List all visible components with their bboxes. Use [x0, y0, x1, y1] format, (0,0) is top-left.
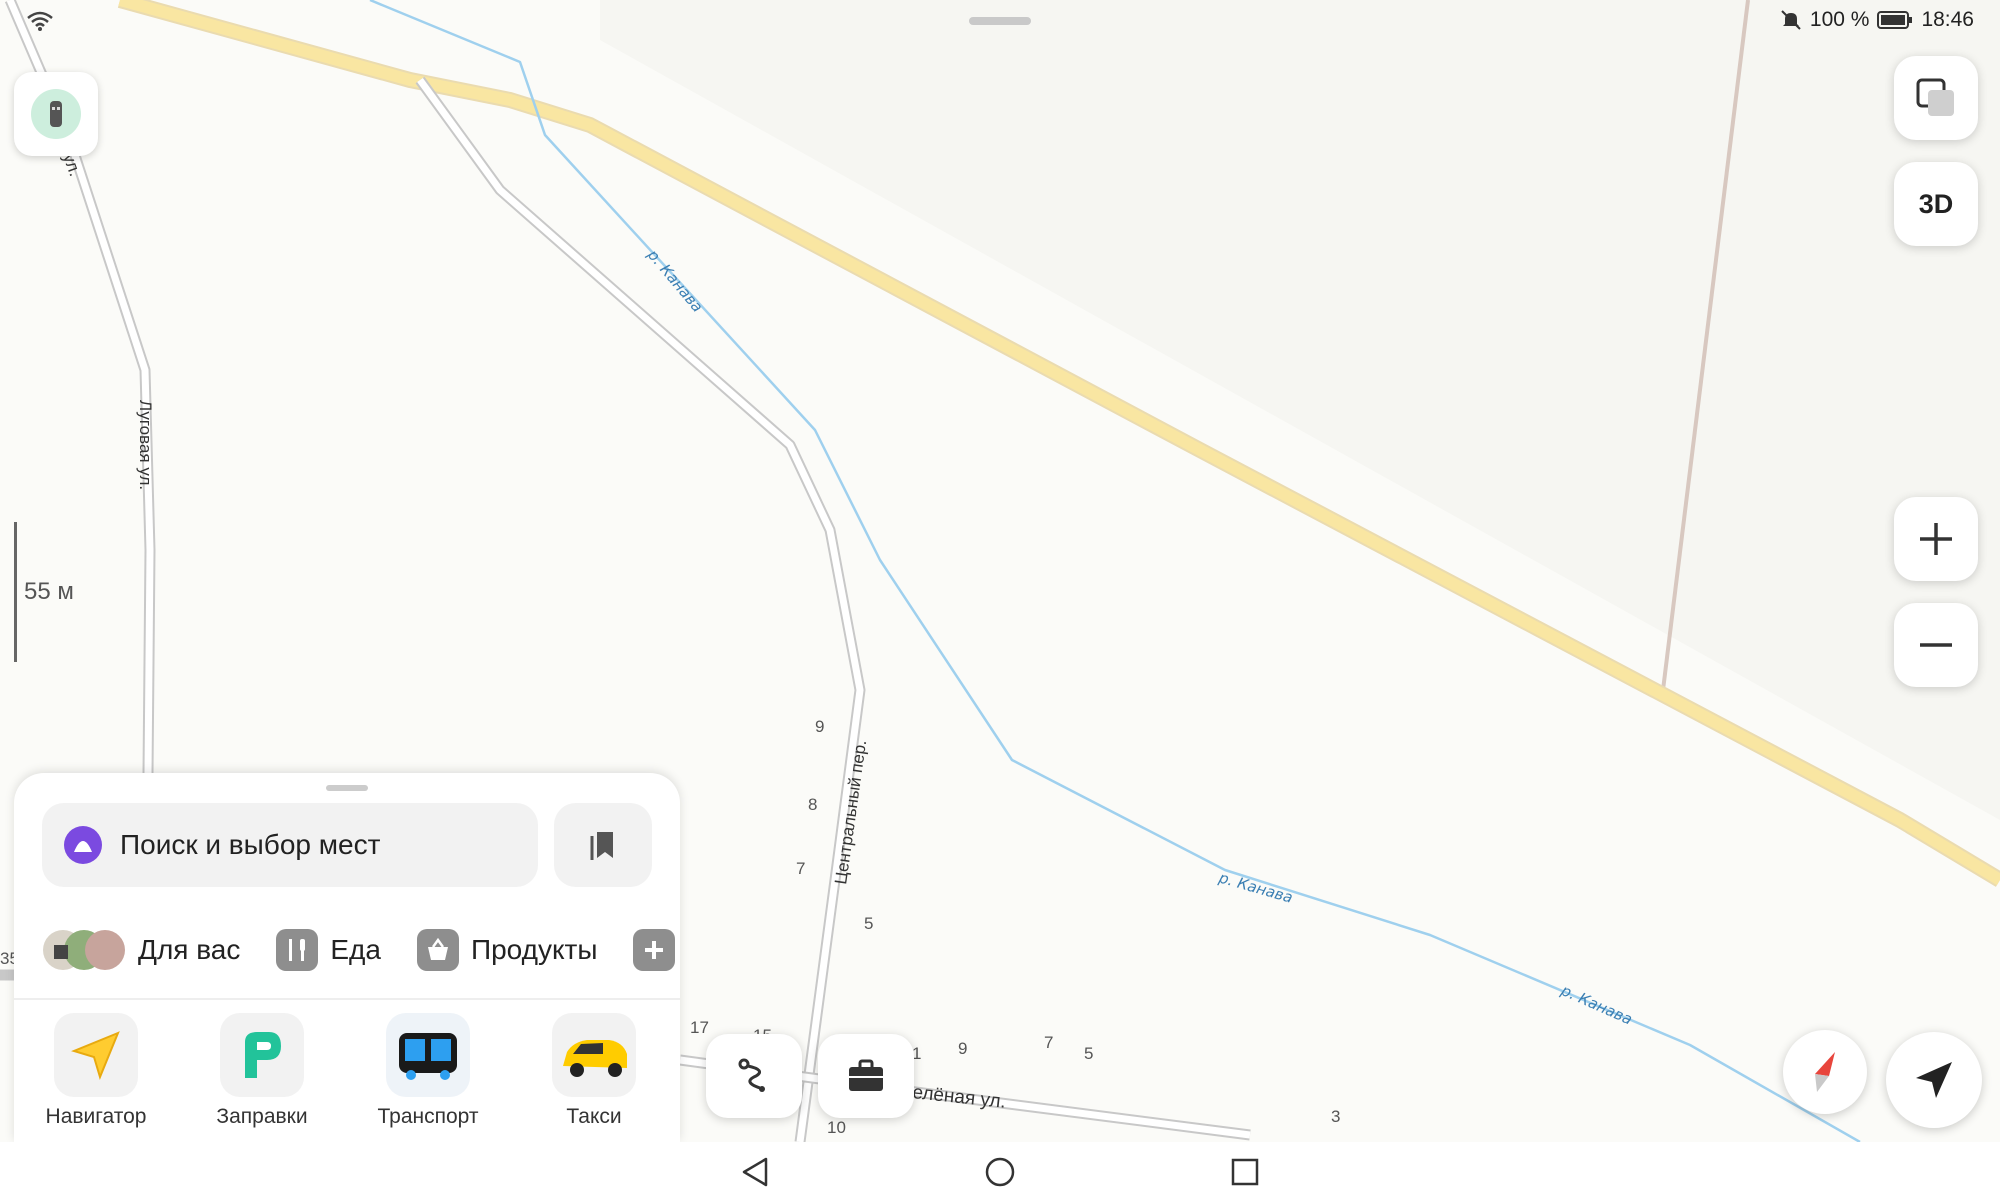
- battery-icon: [1877, 11, 1913, 29]
- 3d-label: 3D: [1918, 188, 1954, 219]
- back-triangle-icon: [742, 1157, 768, 1187]
- house-number: 5: [1084, 1044, 1093, 1063]
- route-icon: [738, 1058, 765, 1092]
- sheet-divider: [14, 998, 680, 1000]
- search-input[interactable]: Поиск и выбор мест: [120, 829, 380, 861]
- compass-button[interactable]: [1783, 1030, 1867, 1114]
- basket-icon: [416, 929, 459, 971]
- house-number: 9: [958, 1039, 967, 1058]
- chip-label: Для вас: [138, 934, 241, 965]
- service-label: Такси: [566, 1105, 622, 1128]
- top-grabber[interactable]: [969, 17, 1031, 25]
- chip-more[interactable]: [633, 929, 676, 971]
- bookmark-icon: [590, 832, 613, 860]
- cutlery-icon: [276, 929, 319, 971]
- service-transport[interactable]: Транспорт: [358, 1013, 498, 1129]
- mute-bell-icon: [1781, 10, 1801, 30]
- services-row: Навигатор Заправки Транспорт Такси: [14, 1013, 680, 1133]
- bottom-sheet[interactable]: Поиск и выбор мест Для вас Еда Продукты …: [14, 773, 680, 1142]
- moai-avatar-icon: [50, 101, 62, 127]
- clock: 18:46: [1921, 8, 1974, 31]
- service-label: Навигатор: [45, 1105, 147, 1128]
- my-location-button[interactable]: [1886, 1032, 1982, 1128]
- scale-bar: [14, 522, 17, 662]
- sheet-handle[interactable]: [326, 785, 368, 791]
- avatar: [31, 89, 81, 139]
- house-number: 17: [690, 1018, 709, 1037]
- layers-button[interactable]: [1894, 56, 1978, 140]
- taxi-icon: [552, 1013, 636, 1097]
- wifi-icon: [27, 11, 53, 31]
- home-circle-icon: [985, 1157, 1015, 1187]
- house-number: 7: [1044, 1033, 1053, 1052]
- compass-icon: [1815, 1052, 1835, 1092]
- gas-station-icon: [220, 1013, 304, 1097]
- service-label: Заправки: [216, 1105, 308, 1128]
- recents-button[interactable]: [1227, 1154, 1263, 1190]
- scale-label: 55 м: [24, 578, 74, 605]
- bookmarks-button[interactable]: [554, 803, 652, 887]
- category-chips: Для вас Еда Продукты: [42, 923, 680, 977]
- house-number: 3: [1331, 1107, 1340, 1126]
- chip-groceries[interactable]: Продукты: [416, 929, 598, 971]
- system-navigation-bar: [0, 1142, 2000, 1200]
- route-button[interactable]: [706, 1034, 802, 1118]
- home-button[interactable]: [982, 1154, 1018, 1190]
- bus-icon: [386, 1013, 470, 1097]
- zoom-in-button[interactable]: [1894, 497, 1978, 581]
- battery-percent: 100 %: [1809, 8, 1870, 31]
- service-label: Транспорт: [377, 1105, 479, 1128]
- chip-food[interactable]: Еда: [276, 929, 381, 971]
- work-button[interactable]: [818, 1034, 914, 1118]
- house-number: 7: [796, 859, 805, 878]
- minus-icon: [1920, 643, 1952, 647]
- street-label-lugovaya: Луговая ул.: [136, 400, 155, 490]
- plus-icon: [1920, 523, 1952, 555]
- 3d-button[interactable]: 3D: [1894, 162, 1978, 246]
- profile-avatar-button[interactable]: [14, 72, 98, 156]
- briefcase-icon: [849, 1059, 883, 1091]
- layers-icon: [1916, 78, 1954, 116]
- service-navigator[interactable]: Навигатор: [26, 1013, 166, 1129]
- house-number: 8: [808, 795, 817, 814]
- service-taxi[interactable]: Такси: [524, 1013, 664, 1129]
- chip-label: Продукты: [470, 934, 598, 965]
- house-number: 9: [815, 717, 824, 736]
- chip-label: Еда: [330, 934, 381, 965]
- alice-icon[interactable]: [62, 824, 104, 866]
- for-you-icon: [43, 930, 125, 970]
- house-number: 10: [827, 1118, 846, 1137]
- search-bar[interactable]: Поиск и выбор мест: [42, 803, 538, 887]
- recents-square-icon: [1231, 1158, 1259, 1186]
- back-button[interactable]: [737, 1154, 773, 1190]
- plus-chip-icon: [633, 929, 676, 971]
- house-number: 5: [864, 914, 873, 933]
- service-gas[interactable]: Заправки: [192, 1013, 332, 1129]
- location-arrow-icon: [1916, 1062, 1952, 1098]
- zoom-out-button[interactable]: [1894, 603, 1978, 687]
- navigator-icon: [54, 1013, 138, 1097]
- chip-for-you[interactable]: Для вас: [42, 929, 240, 971]
